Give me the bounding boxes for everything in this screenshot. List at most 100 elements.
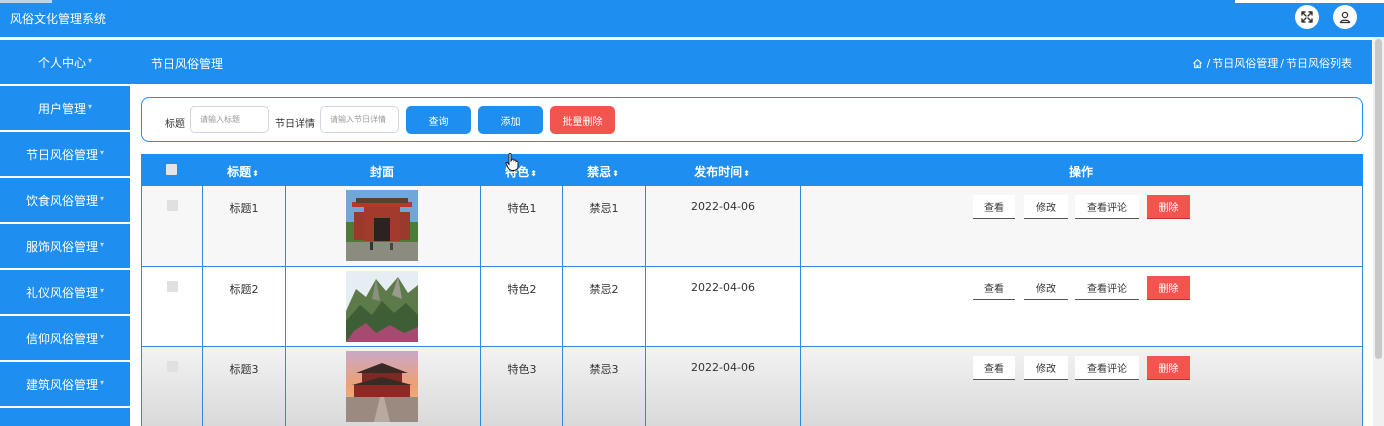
cell-title: 标题3 [229,363,259,376]
column-divider [202,347,203,426]
sidebar-item-label: 用户管理 [37,101,86,116]
hand-cursor-icon [505,153,519,171]
view-comments-button[interactable]: 查看评论 [1075,276,1139,300]
column-divider [800,267,801,346]
sort-icon: ⬍ [743,169,750,178]
top-edge-strip-left [0,0,52,3]
sidebar-item-user-management[interactable]: 用户管理 ▾ [0,86,130,130]
sidebar-item-partial[interactable] [0,408,130,426]
column-divider [202,186,203,266]
cell-taboo: 禁忌1 [589,202,619,215]
breadcrumb-item-current: 节日风俗列表 [1286,57,1352,70]
app-title: 风俗文化管理系统 [10,12,107,26]
sidebar-item-clothing-customs[interactable]: 服饰风俗管理 ▾ [0,224,130,268]
column-header-cover: 封面 [369,165,395,179]
sort-icon: ⬍ [530,169,537,178]
cover-image [346,190,418,261]
cell-taboo: 禁忌3 [589,363,619,376]
delete-button[interactable]: 删除 [1147,195,1190,219]
cover-image [346,351,418,422]
chevron-down-icon: ▾ [100,239,105,249]
row-checkbox[interactable] [167,200,178,211]
top-bar: 风俗文化管理系统 [0,0,1384,37]
row-checkbox[interactable] [167,361,178,372]
sidebar-item-belief-customs[interactable]: 信仰风俗管理 ▾ [0,316,130,360]
app-root: 风俗文化管理系统 个人中心 ▾ 用户管理 ▾ 节日风俗管理 ▾ 饮食风俗管理 ▾ 服饰风… [0,0,1384,426]
table-row: 标题1 特色1 禁忌1 2022-04-06 查看 修改 查看评论 删除 [141,186,1363,267]
sidebar-item-etiquette-customs[interactable]: 礼仪风俗管理 ▾ [0,270,130,314]
top-edge-strip [1235,0,1384,3]
title-label: 标题 [165,119,185,130]
breadcrumb-separator: / [1206,56,1211,70]
cell-date: 2022-04-06 [691,361,755,374]
sidebar-item-personal-center[interactable]: 个人中心 ▾ [0,40,130,84]
row-checkbox[interactable] [167,281,178,292]
table-row: 标题2 特色2 禁忌2 2022-04-06 查看 修改 查看评论 删除 [141,267,1363,347]
column-header-title[interactable]: 标题⬍ [227,163,259,180]
batch-delete-button[interactable]: 批量删除 [550,106,615,134]
column-divider [800,347,801,426]
column-divider [562,347,563,426]
column-divider [562,186,563,266]
sort-icon: ⬍ [252,169,259,178]
title-search-input[interactable]: 请输入标题 [190,106,269,133]
chevron-down-icon: ▾ [100,331,105,341]
cell-title: 标题2 [229,283,259,296]
edit-button[interactable]: 修改 [1024,195,1068,219]
sidebar-item-label: 礼仪风俗管理 [25,285,98,300]
edit-button[interactable]: 修改 [1024,356,1068,380]
home-icon[interactable] [1192,58,1203,69]
sidebar-item-architecture-customs[interactable]: 建筑风俗管理 ▾ [0,362,130,406]
page-title: 节日风俗管理 [151,57,224,71]
column-divider [800,186,801,266]
sort-icon: ⬍ [612,169,619,178]
view-button[interactable]: 查看 [973,195,1015,219]
column-header-taboo[interactable]: 禁忌⬍ [587,163,619,180]
sidebar-item-food-customs[interactable]: 饮食风俗管理 ▾ [0,178,130,222]
table-row: 标题3 特色3 禁忌3 2022-04-06 查看 修改 查看评论 删除 [141,347,1363,426]
select-all-checkbox[interactable] [166,164,177,175]
sidebar-item-label: 饮食风俗管理 [25,193,98,208]
sidebar-item-label: 建筑风俗管理 [25,377,98,392]
page-header: 节日风俗管理 / 节日风俗管理 / 节日风俗列表 [130,40,1372,84]
detail-label: 节日详情 [275,119,315,130]
column-divider [480,267,481,346]
breadcrumb-item-module[interactable]: 节日风俗管理 [1212,55,1278,71]
add-button[interactable]: 添加 [478,106,543,134]
chevron-down-icon: ▾ [88,55,93,65]
user-icon[interactable] [1333,5,1357,29]
cover-image [346,271,418,342]
query-button[interactable]: 查询 [406,106,471,134]
scrollbar-thumb[interactable] [1375,39,1382,359]
cell-date: 2022-04-06 [691,281,755,294]
column-divider [285,267,286,346]
chevron-down-icon: ▾ [88,101,93,111]
cell-feature: 特色1 [507,202,537,215]
fullscreen-icon[interactable] [1295,5,1319,29]
cell-taboo: 禁忌2 [589,283,619,296]
cell-date: 2022-04-06 [691,200,755,213]
edit-button[interactable]: 修改 [1024,276,1068,300]
detail-search-input[interactable]: 请输入节日详情 [320,106,399,133]
cell-feature: 特色2 [507,283,537,296]
column-header-date[interactable]: 发布时间⬍ [694,163,750,180]
view-comments-button[interactable]: 查看评论 [1075,356,1139,380]
sidebar-item-label: 服饰风俗管理 [25,239,98,254]
column-divider [645,267,646,346]
sidebar-item-label: 节日风俗管理 [25,147,98,162]
sidebar-item-label: 个人中心 [37,55,86,70]
search-panel: 标题 请输入标题 节日详情 请输入节日详情 查询 添加 批量删除 [141,97,1363,142]
view-button[interactable]: 查看 [973,356,1015,380]
delete-button[interactable]: 删除 [1147,356,1190,380]
column-divider [562,267,563,346]
table-header: 标题⬍ 封面 特色⬍ 禁忌⬍ 发布时间⬍ 操作 [141,154,1363,186]
view-button[interactable]: 查看 [973,276,1015,300]
sidebar-item-label: 信仰风俗管理 [25,331,98,346]
view-comments-button[interactable]: 查看评论 [1075,195,1139,219]
sidebar-item-festival-customs[interactable]: 节日风俗管理 ▾ [0,132,130,176]
column-divider [285,186,286,266]
column-divider [285,347,286,426]
breadcrumb: / 节日风俗管理 / 节日风俗列表 [1192,55,1352,71]
delete-button[interactable]: 删除 [1147,276,1190,300]
cell-feature: 特色3 [507,363,537,376]
